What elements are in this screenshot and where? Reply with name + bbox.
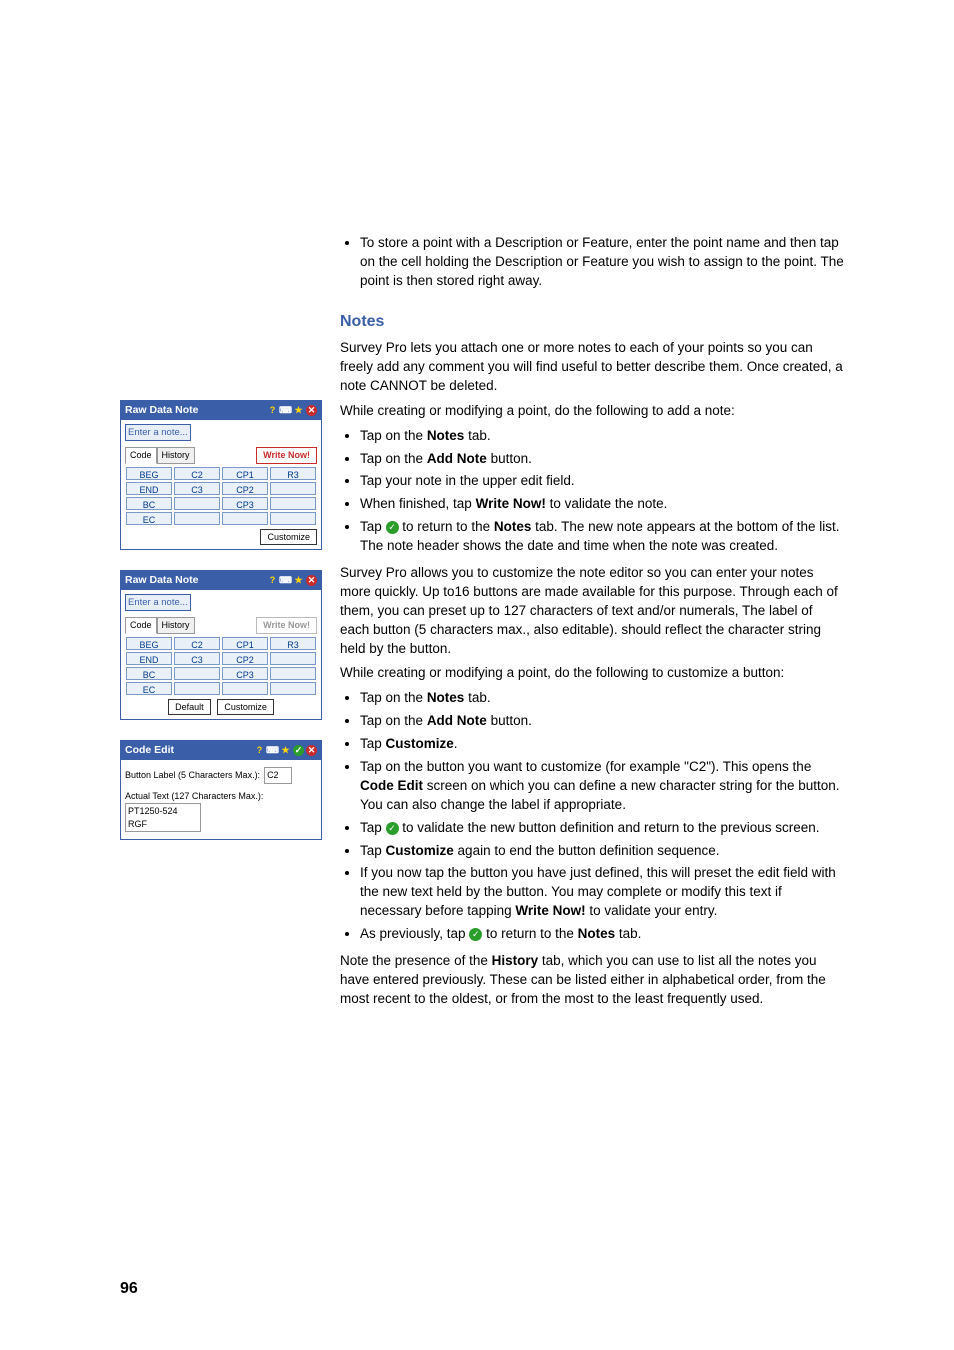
code-btn[interactable]: END [126,482,172,495]
code-btn[interactable]: C3 [174,652,220,665]
close-icon[interactable]: ✕ [306,745,317,756]
code-btn[interactable]: CP1 [222,637,268,650]
code-button-grid: BEG C2 CP1 R3 END C3 CP2 BC CP3 [125,466,317,526]
ok-icon[interactable]: ✓ [293,745,304,756]
code-btn[interactable] [174,512,220,525]
write-now-button[interactable]: Write Now! [256,447,317,464]
page-number: 96 [120,1278,138,1300]
list2-item: Tap ✓ to validate the new button definit… [360,819,844,838]
notes-heading: Notes [340,311,844,333]
code-btn[interactable] [270,667,316,680]
button-label-input[interactable]: C2 [264,767,292,784]
code-btn[interactable]: BC [126,667,172,680]
list2-item: Tap Customize again to end the button de… [360,842,844,861]
close-icon[interactable]: ✕ [306,405,317,416]
code-btn[interactable]: CP2 [222,482,268,495]
list1-item: When finished, tap Write Now! to validat… [360,495,844,514]
list1-item: Tap on the Add Note button. [360,450,844,469]
para5: Note the presence of the History tab, wh… [340,952,844,1009]
code-btn[interactable]: END [126,652,172,665]
code-btn[interactable]: C2 [174,467,220,480]
code-btn[interactable]: CP3 [222,497,268,510]
raw-data-note-panel-1: Raw Data Note ? ⌨ ★ ✕ Enter a note... Co… [120,400,322,550]
code-btn[interactable] [174,682,220,695]
keyboard-icon[interactable]: ⌨ [280,405,291,416]
actual-text-label: Actual Text (127 Characters Max.): [125,790,317,803]
customize-button[interactable]: Customize [260,529,317,546]
help-icon[interactable]: ? [254,745,265,756]
code-btn[interactable]: C3 [174,482,220,495]
code-btn[interactable]: CP2 [222,652,268,665]
code-btn[interactable]: BEG [126,637,172,650]
code-btn[interactable]: R3 [270,637,316,650]
panel-title: Raw Data Note [125,403,199,418]
star-icon[interactable]: ★ [293,405,304,416]
note-input[interactable]: Enter a note... [125,594,191,611]
code-btn[interactable] [222,682,268,695]
panel-title: Code Edit [125,743,174,758]
note-input[interactable]: Enter a note... [125,424,191,441]
list1-item: Tap your note in the upper edit field. [360,472,844,491]
code-btn[interactable]: CP3 [222,667,268,680]
tab-history[interactable]: History [157,617,195,634]
tab-code[interactable]: Code [125,447,157,464]
code-btn[interactable] [270,482,316,495]
keyboard-icon[interactable]: ⌨ [267,745,278,756]
para3: Survey Pro allows you to customize the n… [340,564,844,658]
tab-code[interactable]: Code [125,617,157,634]
panel-header: Code Edit ? ⌨ ★ ✓ ✕ [121,741,321,760]
code-btn[interactable]: EC [126,682,172,695]
raw-data-note-panel-2: Raw Data Note ? ⌨ ★ ✕ Enter a note... Co… [120,570,322,720]
customize-button[interactable]: Customize [217,699,274,716]
code-btn[interactable]: R3 [270,467,316,480]
code-btn[interactable] [270,512,316,525]
para2: While creating or modifying a point, do … [340,402,844,421]
intro-bullet: To store a point with a Description or F… [360,234,844,291]
para1: Survey Pro lets you attach one or more n… [340,339,844,396]
list2-item: If you now tap the button you have just … [360,864,844,921]
panel-header: Raw Data Note ? ⌨ ★ ✕ [121,401,321,420]
close-icon[interactable]: ✕ [306,575,317,586]
panel-header: Raw Data Note ? ⌨ ★ ✕ [121,571,321,590]
list2-item: Tap Customize. [360,735,844,754]
list2-item: Tap on the Notes tab. [360,689,844,708]
code-btn[interactable] [174,667,220,680]
code-btn[interactable]: BC [126,497,172,510]
tab-history[interactable]: History [157,447,195,464]
list2-item: As previously, tap ✓ to return to the No… [360,925,844,944]
button-label-text: Button Label (5 Characters Max.): [125,769,260,782]
main-content: To store a point with a Description or F… [340,234,844,1009]
keyboard-icon[interactable]: ⌨ [280,575,291,586]
help-icon[interactable]: ? [267,405,278,416]
list2-item: Tap on the button you want to customize … [360,758,844,815]
code-btn[interactable]: BEG [126,467,172,480]
code-btn[interactable] [270,497,316,510]
code-btn[interactable] [270,652,316,665]
star-icon[interactable]: ★ [280,745,291,756]
check-icon: ✓ [386,521,399,534]
star-icon[interactable]: ★ [293,575,304,586]
list1-item: Tap ✓ to return to the Notes tab. The ne… [360,518,844,556]
list1-item: Tap on the Notes tab. [360,427,844,446]
code-btn[interactable] [270,682,316,695]
code-edit-panel: Code Edit ? ⌨ ★ ✓ ✕ Button Label (5 Char… [120,740,322,840]
code-btn[interactable] [174,497,220,510]
para4: While creating or modifying a point, do … [340,664,844,683]
code-button-grid: BEG C2 CP1 R3 END C3 CP2 BC CP3 [125,636,317,696]
list2-item: Tap on the Add Note button. [360,712,844,731]
code-btn[interactable]: CP1 [222,467,268,480]
code-btn[interactable]: EC [126,512,172,525]
code-btn[interactable] [222,512,268,525]
check-icon: ✓ [386,822,399,835]
help-icon[interactable]: ? [267,575,278,586]
write-now-button-disabled: Write Now! [256,617,317,634]
code-btn[interactable]: C2 [174,637,220,650]
check-icon: ✓ [469,928,482,941]
default-button[interactable]: Default [168,699,211,716]
actual-text-input[interactable]: PT1250-524 RGF [125,803,201,832]
panel-title: Raw Data Note [125,573,199,588]
